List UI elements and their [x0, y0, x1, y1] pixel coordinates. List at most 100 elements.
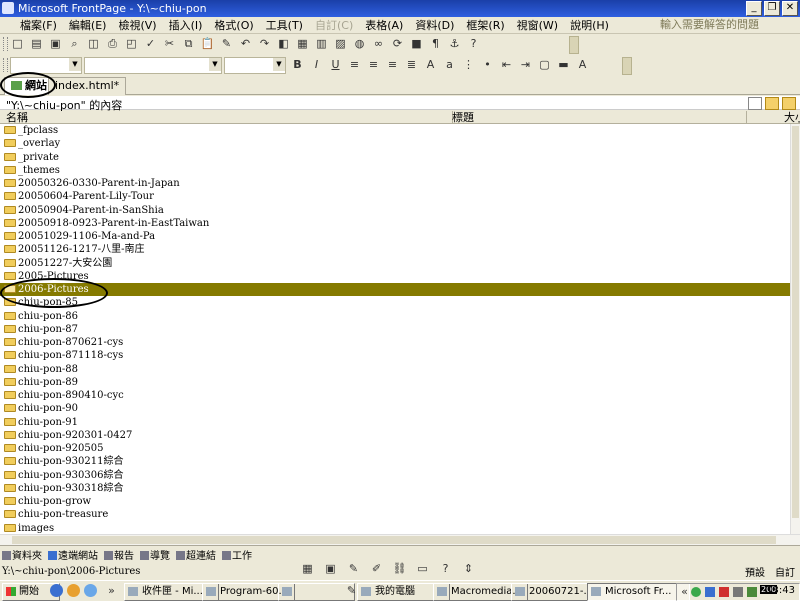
menu-table[interactable]: 表格(A) — [359, 18, 409, 33]
hyperlink-icon[interactable]: ∞ — [371, 36, 386, 51]
decrease-indent-icon[interactable]: ⇤ — [499, 57, 514, 72]
desktop-icon[interactable] — [84, 584, 97, 597]
list-item[interactable]: images — [0, 522, 790, 535]
list-item[interactable]: 20051227-大安公園 — [0, 257, 790, 270]
column-title[interactable]: 標題 — [446, 111, 747, 124]
tab-index-html[interactable]: index.html* — [48, 77, 127, 95]
menu-window[interactable]: 視窗(W) — [511, 18, 564, 33]
open-folder-icon[interactable]: ▤ — [29, 36, 44, 51]
justify-icon[interactable]: ≣ — [404, 57, 419, 72]
taskbar-frontpage[interactable]: Microsoft Fr... — [587, 583, 690, 601]
menu-view[interactable]: 檢視(V) — [112, 18, 162, 33]
list-item[interactable]: chiu-pon-890410-cyc — [0, 389, 790, 402]
messenger-icon[interactable] — [705, 587, 715, 597]
minimize-button[interactable]: _ — [746, 1, 762, 16]
close-button[interactable]: ✕ — [782, 1, 798, 16]
list-item[interactable]: chiu-pon-870621-cys — [0, 336, 790, 349]
volume-icon[interactable] — [733, 587, 743, 597]
list-item[interactable]: chiu-pon-85 — [0, 296, 790, 309]
stop-icon[interactable]: ■ — [409, 36, 424, 51]
help-icon[interactable]: ? — [466, 36, 481, 51]
italic-icon[interactable]: I — [309, 57, 324, 72]
outlook-icon[interactable] — [67, 584, 80, 597]
list-item[interactable]: chiu-pon-930211綜合 — [0, 455, 790, 468]
list-item[interactable]: chiu-pon-90 — [0, 402, 790, 415]
toolbar-grip[interactable] — [3, 37, 8, 51]
tray-expand-icon[interactable]: « — [677, 584, 692, 599]
increase-indent-icon[interactable]: ⇥ — [518, 57, 533, 72]
network-icon[interactable] — [691, 587, 701, 597]
new-folder-icon[interactable] — [765, 97, 779, 110]
redo-icon[interactable]: ↷ — [257, 36, 272, 51]
list-item[interactable]: chiu-pon-930306綜合 — [0, 469, 790, 482]
ie-icon[interactable] — [50, 584, 63, 597]
align-left-icon[interactable]: ≡ — [347, 57, 362, 72]
print-icon[interactable]: ⎙ — [105, 36, 120, 51]
menu-file[interactable]: 檔案(F) — [14, 18, 63, 33]
toolbar-options-chevron[interactable] — [569, 36, 579, 54]
list-item[interactable]: chiu-pon-86 — [0, 310, 790, 323]
toolbar-grip[interactable] — [3, 58, 8, 72]
web-component-icon[interactable]: ◧ — [276, 36, 291, 51]
menu-edit[interactable]: 編輯(E) — [63, 18, 113, 33]
align-center-icon[interactable]: ≡ — [366, 57, 381, 72]
list-item[interactable]: 20050918-0923-Parent-in-EastTaiwan — [0, 217, 790, 230]
toolbar-options-chevron[interactable] — [622, 57, 632, 75]
menu-format[interactable]: 格式(O) — [208, 18, 259, 33]
list-item[interactable]: 2005-Pictures — [0, 270, 790, 283]
menu-data[interactable]: 資料(D) — [409, 18, 460, 33]
list-item[interactable]: chiu-pon-920505 — [0, 442, 790, 455]
list-item[interactable]: chiu-pon-grow — [0, 495, 790, 508]
list-item[interactable]: chiu-pon-871118-cys — [0, 349, 790, 362]
undo-icon[interactable]: ↶ — [238, 36, 253, 51]
show-all-icon[interactable]: ¶ — [428, 36, 443, 51]
increase-font-icon[interactable]: A — [423, 57, 438, 72]
bullets-icon[interactable]: • — [480, 57, 495, 72]
list-item[interactable]: _private — [0, 151, 790, 164]
insert-layer-icon[interactable]: ▥ — [314, 36, 329, 51]
font-color-icon[interactable]: A — [575, 57, 590, 72]
list-item[interactable]: chiu-pon-930318綜合 — [0, 482, 790, 495]
bold-icon[interactable]: B — [290, 57, 305, 72]
refresh-icon[interactable]: ⟳ — [390, 36, 405, 51]
help-question-box[interactable]: 輸入需要解答的問題 — [624, 17, 800, 33]
scrollbar-thumb[interactable] — [792, 126, 799, 518]
publish-icon[interactable]: ◫ — [86, 36, 101, 51]
list-item[interactable]: chiu-pon-87 — [0, 323, 790, 336]
list-item[interactable]: 2006-Pictures — [0, 283, 790, 297]
frontpage-app-icon[interactable] — [2, 2, 14, 14]
numbering-icon[interactable]: ⋮ — [461, 57, 476, 72]
chevron-right-icon[interactable]: » — [104, 583, 119, 598]
search-icon[interactable]: ⌕ — [67, 36, 82, 51]
horizontal-scrollbar[interactable] — [0, 534, 800, 545]
list-item[interactable]: chiu-pon-920301-0427 — [0, 429, 790, 442]
spelling-icon[interactable]: ✓ — [143, 36, 158, 51]
menu-frames[interactable]: 框架(R) — [460, 18, 510, 33]
list-item[interactable]: chiu-pon-88 — [0, 363, 790, 376]
list-item[interactable]: chiu-pon-treasure — [0, 508, 790, 521]
restore-button[interactable]: ❐ — [764, 1, 780, 16]
list-item[interactable]: chiu-pon-89 — [0, 376, 790, 389]
copy-icon[interactable]: ⧉ — [181, 36, 196, 51]
list-item[interactable]: 20051126-1217-八里-南庄 — [0, 243, 790, 256]
insert-picture-icon[interactable]: ▨ — [333, 36, 348, 51]
new-page-icon[interactable]: □ — [10, 36, 25, 51]
font-dropdown[interactable]: ▼ — [84, 57, 222, 74]
insert-table-icon[interactable]: ▦ — [295, 36, 310, 51]
list-item[interactable]: _fpclass — [0, 124, 790, 137]
menu-custom[interactable]: 自訂(C) — [309, 18, 359, 33]
column-size[interactable]: 大小 — [740, 111, 800, 124]
decrease-font-icon[interactable]: a — [442, 57, 457, 72]
column-name[interactable]: 名稱 — [0, 111, 453, 124]
list-item[interactable]: _themes — [0, 164, 790, 177]
font-size-dropdown[interactable]: ▼ — [224, 57, 286, 74]
list-item[interactable]: 20050904-Parent-in-SanShia — [0, 204, 790, 217]
preview-icon[interactable]: ◰ — [124, 36, 139, 51]
cut-icon[interactable]: ✂ — [162, 36, 177, 51]
list-item[interactable]: _overlay — [0, 137, 790, 150]
scrollbar-thumb[interactable] — [12, 536, 776, 544]
up-folder-icon[interactable] — [782, 97, 796, 110]
vertical-scrollbar[interactable] — [790, 124, 800, 534]
menu-help[interactable]: 說明(H) — [564, 18, 615, 33]
drawing-icon[interactable]: ◍ — [352, 36, 367, 51]
